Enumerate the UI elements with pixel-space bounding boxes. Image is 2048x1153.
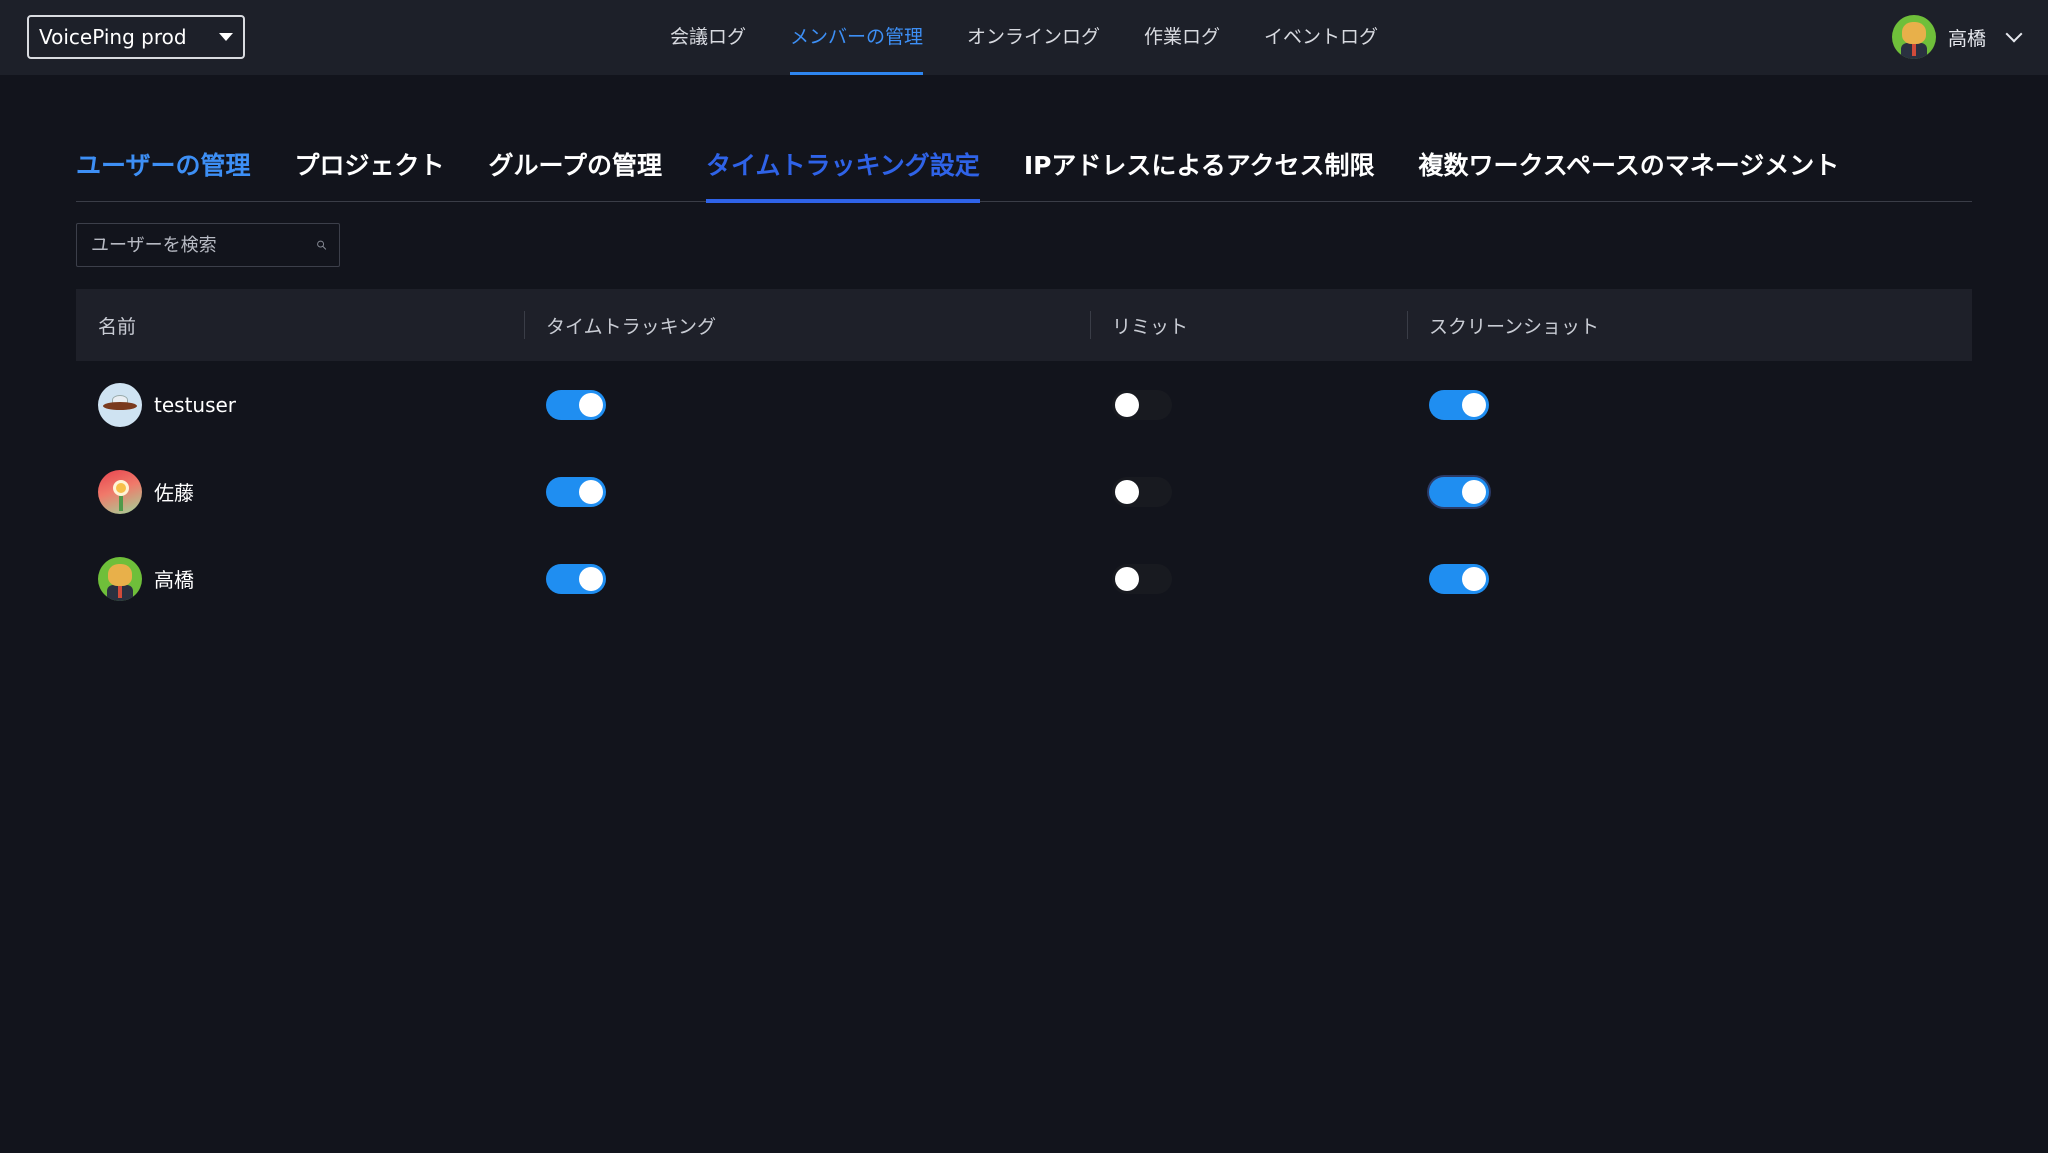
tab-projects[interactable]: プロジェクト [295, 130, 445, 202]
limit-toggle[interactable] [1112, 563, 1172, 594]
user-name: testuser [154, 392, 237, 417]
search-input[interactable] [77, 224, 316, 266]
screenshot-toggle[interactable] [1429, 389, 1489, 420]
caret-down-icon [219, 33, 233, 41]
main-nav: 会議ログ メンバーの管理 オンラインログ 作業ログ イベントログ [0, 0, 2048, 75]
tab-time-tracking-settings[interactable]: タイムトラッキング設定 [706, 130, 980, 203]
column-header-limit: リミット [1090, 289, 1407, 361]
column-header-time-tracking: タイムトラッキング [524, 289, 1090, 361]
nav-online-log[interactable]: オンラインログ [967, 0, 1100, 75]
user-name: 高橋 [154, 568, 194, 592]
tab-multi-workspace-management[interactable]: 複数ワークスペースのマネージメント [1418, 130, 1839, 202]
ufo-avatar [98, 382, 142, 427]
time-tracking-table: 名前 タイムトラッキング リミット スクリーンショット testuser 佐藤 [76, 289, 1972, 622]
limit-cell [1090, 448, 1407, 535]
name-cell: 佐藤 [76, 448, 524, 535]
shiba-avatar [98, 556, 142, 601]
time-tracking-toggle[interactable] [546, 563, 606, 594]
screenshot-cell [1407, 535, 1972, 622]
workspace-select[interactable]: VoicePing prod [27, 15, 245, 59]
tab-user-management[interactable]: ユーザーの管理 [76, 130, 251, 202]
nav-event-log[interactable]: イベントログ [1264, 0, 1378, 75]
limit-toggle[interactable] [1112, 476, 1172, 507]
tab-group-management[interactable]: グループの管理 [489, 130, 663, 202]
nav-work-log[interactable]: 作業ログ [1144, 0, 1220, 75]
time-tracking-toggle[interactable] [546, 476, 606, 507]
table-row: testuser [76, 361, 1972, 448]
screenshot-toggle[interactable] [1429, 476, 1489, 507]
column-header-name: 名前 [98, 315, 137, 338]
limit-toggle[interactable] [1112, 389, 1172, 420]
flower-avatar [98, 469, 142, 514]
user-search [76, 223, 340, 267]
workspace-select-value: VoicePing prod [39, 25, 187, 49]
table-row: 高橋 [76, 535, 1972, 622]
table-header: 名前 タイムトラッキング リミット スクリーンショット [76, 289, 1972, 361]
time-tracking-cell [524, 361, 1090, 448]
time-tracking-toggle[interactable] [546, 389, 606, 420]
name-cell: 高橋 [76, 535, 524, 622]
limit-cell [1090, 361, 1407, 448]
nav-member-management[interactable]: メンバーの管理 [789, 0, 924, 75]
name-cell: testuser [76, 361, 524, 448]
tab-ip-access-restriction[interactable]: IPアドレスによるアクセス制限 [1024, 130, 1375, 202]
avatar [1891, 15, 1936, 59]
nav-meeting-log[interactable]: 会議ログ [670, 0, 746, 75]
column-header-screenshot: スクリーンショット [1407, 289, 1972, 361]
screenshot-toggle[interactable] [1429, 563, 1489, 594]
table-row: 佐藤 [76, 448, 1972, 535]
limit-cell [1090, 535, 1407, 622]
user-name: 佐藤 [154, 481, 194, 505]
top-bar: VoicePing prod 会議ログ メンバーの管理 オンラインログ 作業ログ… [0, 0, 2048, 75]
time-tracking-cell [524, 535, 1090, 622]
settings-tabs: ユーザーの管理 プロジェクト グループの管理 タイムトラッキング設定 IPアドレ… [76, 130, 1972, 203]
user-name: 高橋 [1947, 27, 1986, 50]
time-tracking-cell [524, 448, 1090, 535]
search-icon[interactable] [316, 234, 327, 256]
chevron-down-icon [2005, 25, 2023, 43]
user-menu[interactable]: 高橋 [1891, 14, 2023, 60]
screenshot-cell [1407, 448, 1972, 535]
screenshot-cell [1407, 361, 1972, 448]
